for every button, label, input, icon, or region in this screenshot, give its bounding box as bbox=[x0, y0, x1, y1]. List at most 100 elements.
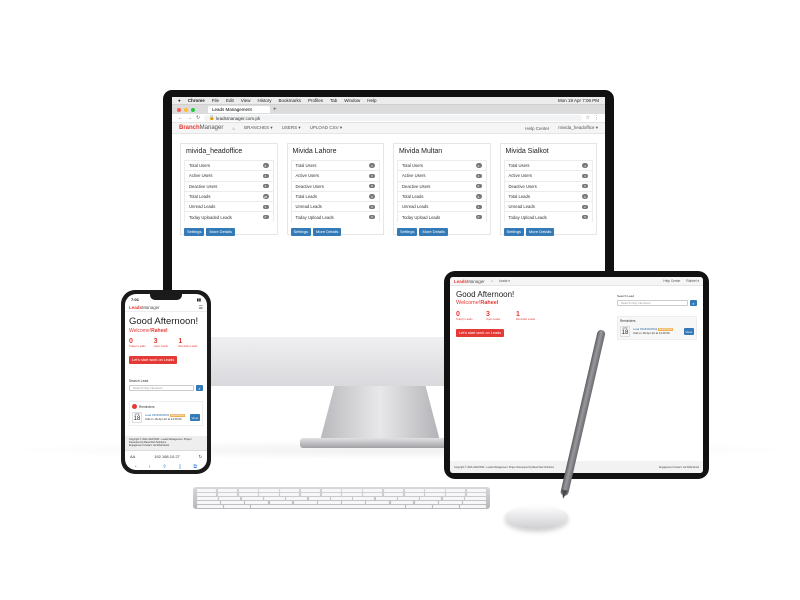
branch-row[interactable]: Today Uploaded Leads 0 bbox=[184, 211, 274, 222]
branch-row[interactable]: Deactive Users 0 bbox=[290, 180, 380, 191]
settings-button[interactable]: Settings bbox=[503, 227, 524, 236]
star-icon[interactable]: ☆ bbox=[586, 115, 590, 121]
start-work-button[interactable]: Let's start work on Leads bbox=[456, 329, 505, 337]
nav-leads[interactable]: Leads ▾ bbox=[499, 279, 510, 283]
branch-row[interactable]: Active Users 4 bbox=[184, 170, 274, 181]
new-tab-icon[interactable]: + bbox=[273, 107, 277, 113]
more-details-button[interactable]: More Details bbox=[312, 227, 342, 236]
hamburger-icon[interactable]: ☰ bbox=[199, 305, 203, 311]
branch-row-label: Total Leads bbox=[189, 194, 211, 200]
branch-row[interactable]: Active Users 3 bbox=[290, 170, 380, 181]
search-input[interactable]: Search Only Numbers bbox=[617, 300, 688, 306]
nav-user-menu[interactable]: Raheel ▾ bbox=[686, 279, 699, 283]
settings-button[interactable]: Settings bbox=[184, 227, 205, 236]
branch-row[interactable]: Total Leads 6 bbox=[503, 190, 593, 202]
menubar-app[interactable]: Chrome bbox=[188, 98, 205, 103]
nav-help-center[interactable]: Help Center bbox=[663, 279, 680, 283]
branch-row[interactable]: Unread Leads 1 bbox=[397, 201, 487, 212]
menu-view[interactable]: View bbox=[241, 98, 251, 103]
start-work-button[interactable]: Let's start work on Leads bbox=[129, 356, 178, 364]
branch-row[interactable]: Total Users 8 bbox=[184, 160, 274, 171]
branch-row-label: Unread Leads bbox=[402, 204, 429, 210]
back-icon[interactable]: ← bbox=[178, 115, 183, 121]
minimize-window-icon[interactable] bbox=[184, 107, 188, 112]
count-badge: 1 bbox=[475, 204, 482, 210]
count-badge: 0 bbox=[582, 214, 588, 220]
settings-button[interactable]: Settings bbox=[397, 227, 418, 236]
nav-user-menu[interactable]: mivida_headoffice ▾ bbox=[558, 125, 598, 131]
menu-window[interactable]: Window bbox=[344, 98, 360, 103]
forward-icon[interactable]: › bbox=[149, 464, 151, 470]
lead-stats: 0 Today's Leads 3 Open Leads 1 Reminder Lea… bbox=[456, 311, 546, 321]
menu-edit[interactable]: Edit bbox=[226, 98, 234, 103]
branch-row[interactable]: Active Users 4 bbox=[397, 170, 487, 181]
view-button[interactable]: View bbox=[189, 414, 200, 421]
search-icon[interactable]: ⌕ bbox=[196, 385, 203, 391]
browser-menu-icon[interactable]: ⋮ bbox=[594, 115, 599, 121]
count-badge: 4 bbox=[582, 173, 588, 179]
branch-row[interactable]: Active Users 4 bbox=[503, 170, 593, 181]
branch-row[interactable]: Total Users 3 bbox=[290, 160, 380, 171]
menu-bookmarks[interactable]: Bookmarks bbox=[278, 98, 301, 103]
nav-help-center[interactable]: Help Center bbox=[525, 126, 549, 131]
forward-icon[interactable]: → bbox=[187, 115, 192, 121]
branch-row[interactable]: Deactive Users 0 bbox=[397, 180, 487, 191]
share-icon[interactable]: ⇪ bbox=[162, 464, 166, 470]
footer-contact: Engagement Contact: via What'sbook bbox=[129, 444, 169, 448]
home-icon[interactable]: ⌂ bbox=[232, 126, 235, 131]
branch-row[interactable]: Total Users 4 bbox=[397, 160, 487, 171]
branch-name: Mivida Multan bbox=[399, 148, 443, 155]
menu-tab[interactable]: Tab bbox=[330, 98, 337, 103]
home-icon[interactable]: ⌂ bbox=[491, 279, 493, 283]
refresh-icon[interactable]: ↻ bbox=[199, 454, 202, 459]
menu-help[interactable]: Help bbox=[367, 98, 376, 103]
branch-name: mivida_headoffice bbox=[186, 148, 243, 155]
more-details-button[interactable]: More Details bbox=[419, 227, 448, 236]
tabs-icon[interactable]: ⧉ bbox=[193, 464, 197, 470]
branch-row[interactable]: Total Users 4 bbox=[503, 160, 593, 171]
zoom-window-icon[interactable] bbox=[191, 107, 195, 112]
menu-file[interactable]: File bbox=[212, 98, 219, 103]
close-window-icon[interactable] bbox=[177, 107, 181, 112]
branch-row[interactable]: Unread Leads 2 bbox=[503, 201, 593, 212]
nav-branches[interactable]: BRANCHES ▾ bbox=[244, 125, 273, 131]
phone-time: 7:01 bbox=[131, 296, 140, 302]
browser-tab[interactable]: Leads Management bbox=[208, 106, 270, 113]
apple-icon[interactable]: ● bbox=[178, 98, 181, 103]
branch-row-label: Total Leads bbox=[402, 194, 424, 200]
safari-url-bar[interactable]: AA 192.168.10.27 ↻ bbox=[125, 449, 207, 462]
text-size-icon[interactable]: AA bbox=[130, 454, 135, 459]
branch-row[interactable]: Deactive Users 0 bbox=[503, 180, 593, 191]
menu-profiles[interactable]: Profiles bbox=[308, 98, 323, 103]
phone-brand[interactable]: LeadsManager bbox=[129, 305, 160, 310]
search-icon[interactable]: ⌕ bbox=[690, 300, 697, 306]
search-label: Search Lead bbox=[617, 294, 635, 298]
reload-icon[interactable]: ↻ bbox=[196, 115, 200, 121]
bookmarks-icon[interactable]: ▯ bbox=[179, 464, 182, 470]
back-icon[interactable]: ‹ bbox=[135, 464, 137, 470]
tablet-footer: Copyright © 2021-2022 BAR - Leads Manage… bbox=[450, 461, 703, 473]
view-button[interactable]: View bbox=[683, 328, 694, 335]
address-bar[interactable]: 🔒 leadsmanager.com.pk bbox=[204, 115, 582, 121]
nav-users[interactable]: USERS ▾ bbox=[282, 125, 301, 131]
search-input[interactable]: Search Only Numbers bbox=[129, 385, 194, 391]
branch-name: Mivida Lahore bbox=[292, 148, 337, 155]
settings-button[interactable]: Settings bbox=[290, 227, 311, 236]
brand-logo[interactable]: BranchManager bbox=[179, 125, 223, 131]
more-details-button[interactable]: More Details bbox=[525, 227, 555, 236]
branch-row[interactable]: Today Upload Leads 0 bbox=[290, 211, 380, 222]
tablet-brand[interactable]: LeadsManager bbox=[454, 279, 485, 284]
menu-history[interactable]: History bbox=[257, 98, 271, 103]
more-details-button[interactable]: More Details bbox=[206, 227, 235, 236]
branch-row[interactable]: Today Upload Leads 0 bbox=[503, 211, 593, 222]
branch-row[interactable]: Today Upload Leads 0 bbox=[397, 211, 487, 222]
branch-row[interactable]: Total Leads 6 bbox=[397, 190, 487, 202]
nav-upload-csv[interactable]: UPLOAD CSV ▾ bbox=[310, 125, 343, 131]
branch-row[interactable]: Total Leads 28 bbox=[184, 190, 274, 202]
branch-row[interactable]: Unread Leads 0 bbox=[290, 201, 380, 212]
branch-row[interactable]: Deactive Users 4 bbox=[184, 180, 274, 191]
reminder-item: APR 18 Lead 03183000543 Appointment Call… bbox=[132, 412, 200, 423]
branch-row[interactable]: Unread Leads 3 bbox=[184, 201, 274, 212]
branch-row[interactable]: Total Leads 5 bbox=[290, 190, 380, 202]
brand-strong: Leads bbox=[454, 278, 468, 284]
